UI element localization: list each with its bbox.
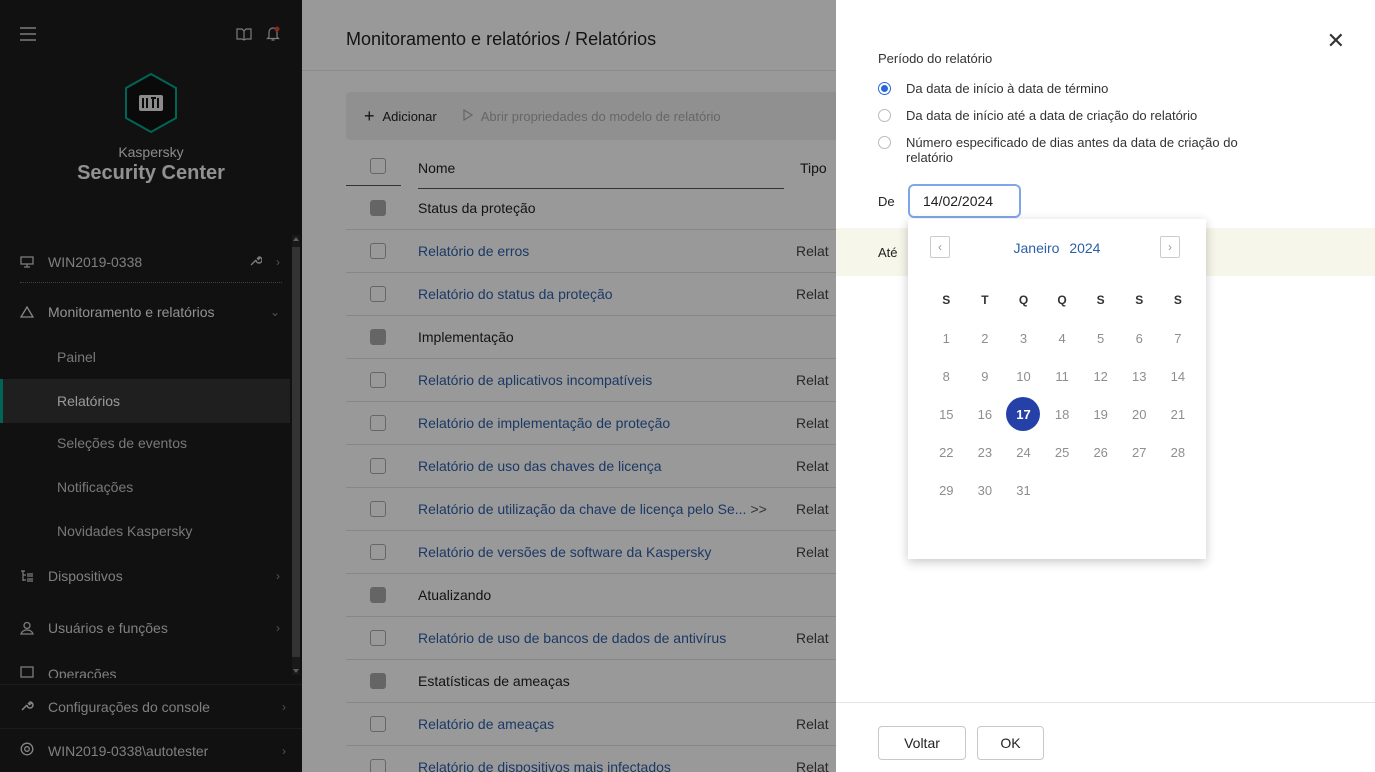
calendar-day[interactable]: 19 [1081,395,1120,433]
calendar-day[interactable]: 22 [927,433,966,471]
date-picker-popup: ‹ Janeiro 2024 › S T Q Q S S S 1 2 3 4 5 6 7 8 9 10 11 12 1… [908,219,1206,559]
radio-days-before-creation[interactable]: Número especificado de dias antes da dat… [878,135,1238,165]
calendar-day[interactable]: 12 [1081,357,1120,395]
from-date-input[interactable]: 14/02/2024 [908,184,1021,218]
calendar-day[interactable]: 14 [1159,357,1198,395]
weekday-header: T [981,293,989,307]
chevron-right-icon: › [1168,240,1172,254]
weekday-header: S [1096,293,1105,307]
calendar-day[interactable]: 3 [1004,319,1043,357]
weekday-header: Q [1057,293,1067,307]
calendar-day[interactable]: 30 [966,471,1005,509]
calendar-day[interactable]: 23 [966,433,1005,471]
radio-label-line: relatório [906,150,953,165]
calendar-day[interactable]: 21 [1159,395,1198,433]
radio-label: Da data de início até a data de criação … [906,108,1198,123]
calendar-day[interactable]: 27 [1120,433,1159,471]
calendar-day[interactable]: 15 [927,395,966,433]
calendar-day[interactable]: 7 [1159,319,1198,357]
calendar-day[interactable]: 6 [1120,319,1159,357]
weekday-header: S [1173,293,1182,307]
calendar-day[interactable]: 16 [966,395,1005,433]
weekday-header: S [942,293,951,307]
divider [836,702,1375,703]
calendar-day[interactable]: 1 [927,319,966,357]
weekday-header: Q [1018,293,1029,307]
weekday-header: S [1135,293,1144,307]
calendar-day[interactable]: 28 [1159,433,1198,471]
radio-start-to-creation[interactable]: Da data de início até a data de criação … [878,108,1197,123]
calendar-day[interactable]: 5 [1081,319,1120,357]
radio-start-to-end[interactable]: Da data de início à data de término [878,81,1108,96]
calendar-day[interactable]: 31 [1004,471,1043,509]
calendar-day[interactable]: 11 [1043,357,1082,395]
calendar-day[interactable]: 8 [927,357,966,395]
radio-label: Da data de início à data de término [906,81,1109,96]
back-button[interactable]: Voltar [878,726,966,760]
calendar-day[interactable]: 4 [1043,319,1082,357]
radio-label: Número especificado de dias antes da dat… [906,135,1238,165]
calendar-day[interactable]: 2 [966,319,1005,357]
calendar-day[interactable]: 13 [1120,357,1159,395]
radio-selected-icon [878,82,891,95]
calendar-grid: S T Q Q S S S 1 2 3 4 5 6 7 8 9 10 11 12 13 14 15 16 17 18 19 20 21… [927,281,1197,509]
to-label: Até [878,245,898,260]
calendar-day[interactable]: 18 [1043,395,1082,433]
radio-label-line: Número especificado de dias antes da dat… [906,135,1238,150]
calendar-year[interactable]: 2024 [1069,240,1100,256]
radio-unselected-icon [878,136,891,149]
next-month-button[interactable]: › [1160,236,1180,258]
ok-button[interactable]: OK [977,726,1044,760]
from-label: De [878,194,895,209]
panel-title: Período do relatório [878,51,993,66]
calendar-day[interactable]: 20 [1120,395,1159,433]
calendar-month[interactable]: Janeiro [1014,240,1060,256]
calendar-day[interactable]: 26 [1081,433,1120,471]
calendar-day[interactable]: 29 [927,471,966,509]
radio-unselected-icon [878,109,891,122]
calendar-day[interactable]: 24 [1004,433,1043,471]
calendar-day[interactable]: 9 [966,357,1005,395]
calendar-day[interactable]: 10 [1004,357,1043,395]
close-icon[interactable]: ✕ [1327,30,1345,52]
calendar-day[interactable]: 25 [1043,433,1082,471]
calendar-day-selected[interactable]: 17 [1006,397,1041,431]
